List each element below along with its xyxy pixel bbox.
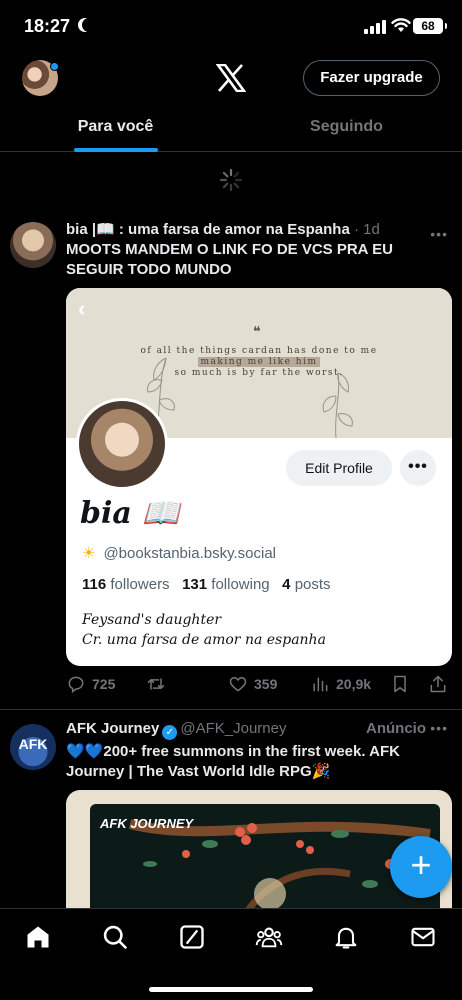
mail-icon (411, 927, 435, 947)
signal-icon (364, 20, 386, 34)
profile-handle-row: ☀ @bookstanbia.bsky.social (82, 544, 276, 562)
nav-messages[interactable] (409, 923, 437, 951)
tweet-text: 💙💙200+ free summons in the first week. A… (66, 743, 400, 780)
search-icon (103, 925, 127, 949)
like-button[interactable]: 359 (228, 674, 277, 694)
plus-icon: + (410, 844, 432, 885)
tweet-time: · 1d (353, 221, 380, 238)
home-icon (27, 926, 49, 948)
nav-grok[interactable] (178, 923, 206, 951)
bio-line: Feysand's daughter (82, 612, 222, 628)
sunrise-icon: ☀ (82, 545, 96, 562)
profile-handle: @bookstanbia.bsky.social (103, 545, 276, 562)
retweet-icon (147, 678, 165, 690)
tweet[interactable]: bia |📖 : uma farsa de amor na Espanha · … (0, 208, 462, 710)
bookmark-button[interactable] (390, 674, 410, 694)
tab-label: Para você (77, 118, 154, 135)
spinner-icon (219, 168, 243, 192)
status-bar: 18:27 68 (0, 0, 462, 52)
nav-search[interactable] (101, 923, 129, 951)
bell-icon (335, 927, 357, 949)
author-name[interactable]: bia |📖 : uma farsa de amor na Espanha (66, 221, 350, 238)
profile-bio: Feysand's daughter Cr. uma farsa de amor… (82, 610, 326, 650)
bio-line: Cr. uma farsa de amor na espanha (82, 632, 326, 648)
posts-label: posts (294, 576, 331, 593)
profile-stats: 116 followers 131 following 4 posts (82, 576, 331, 593)
nav-notifications[interactable] (332, 923, 360, 951)
share-icon (430, 675, 446, 693)
notification-dot (50, 62, 59, 71)
more-icon[interactable]: ••• (430, 720, 448, 736)
x-logo[interactable] (216, 64, 246, 92)
profile-picture (76, 398, 168, 490)
tab-label: Seguindo (310, 118, 383, 135)
followers-count: 116 (82, 576, 107, 593)
wifi-icon (391, 18, 411, 32)
followers-label: followers (110, 576, 170, 593)
tab-seguindo[interactable]: Seguindo (231, 104, 462, 152)
tab-para-voce[interactable]: Para você (0, 104, 231, 152)
reply-count: 725 (92, 676, 116, 692)
tweet-image[interactable]: ‹ ❝ of all the things cardan has done to… (66, 288, 452, 666)
reply-button[interactable]: 725 (66, 674, 115, 694)
communities-icon (255, 927, 283, 948)
following-label: following (211, 576, 270, 593)
top-bar: Fazer upgrade (0, 52, 462, 104)
following-count: 131 (182, 576, 208, 593)
promoted-tweet[interactable]: AFK AFK Journey ✓ @AFK_Journey Anúncio •••… (0, 712, 462, 920)
retweet-button[interactable] (146, 674, 166, 694)
banner-quote-highlight: making me like him (197, 357, 321, 367)
ad-logo: AFK JOURNEY (100, 816, 194, 831)
banner-quote-line: of all the things cardan has done to me (140, 346, 378, 356)
posts-count: 4 (282, 576, 291, 593)
profile-more-icon: ••• (400, 450, 436, 486)
share-button[interactable] (428, 674, 448, 694)
views-button[interactable]: 20,9k (310, 674, 371, 694)
tweet-actions: 725 359 20,9k (66, 674, 452, 698)
bottom-nav (0, 908, 462, 1000)
nav-home[interactable] (24, 923, 52, 951)
profile-name: bia 📖 (80, 496, 180, 531)
author-avatar[interactable] (10, 222, 56, 268)
tweet-header: bia |📖 : uma farsa de amor na Espanha · … (66, 220, 446, 238)
battery-icon: 68 (413, 18, 447, 34)
advertiser-avatar[interactable]: AFK (10, 724, 56, 770)
author-name[interactable]: AFK Journey (66, 720, 159, 737)
banner-quote-line: so much is by far the worst. (174, 368, 344, 378)
tab-active-indicator (74, 148, 158, 152)
ad-artwork: AFK JOURNEY (90, 804, 440, 920)
edit-profile-button: Edit Profile (286, 450, 392, 486)
heart-icon (229, 676, 247, 692)
status-time: 18:27 (24, 16, 71, 36)
profile-avatar[interactable] (22, 60, 59, 96)
views-icon (313, 677, 328, 692)
compose-button[interactable]: + (390, 836, 452, 898)
home-indicator (149, 987, 313, 992)
like-count: 359 (254, 676, 278, 692)
ad-label: Anúncio (366, 720, 426, 737)
timeline-tabs: Para você Seguindo (0, 104, 462, 152)
reply-icon (68, 676, 84, 693)
tweet-text: MOOTS MANDEM O LINK FO DE VCS PRA EU SEG… (66, 241, 393, 278)
grok-icon (180, 925, 204, 949)
views-count: 20,9k (336, 676, 372, 692)
verified-icon: ✓ (162, 725, 178, 740)
bookmark-icon (394, 675, 406, 693)
upgrade-button[interactable]: Fazer upgrade (303, 60, 440, 96)
author-handle: @AFK_Journey (180, 720, 287, 737)
banner-quote-line: making me like him (66, 357, 452, 367)
moon-icon (82, 18, 96, 32)
nav-communities[interactable] (255, 923, 283, 951)
quote-icon: ❝ (253, 324, 261, 340)
